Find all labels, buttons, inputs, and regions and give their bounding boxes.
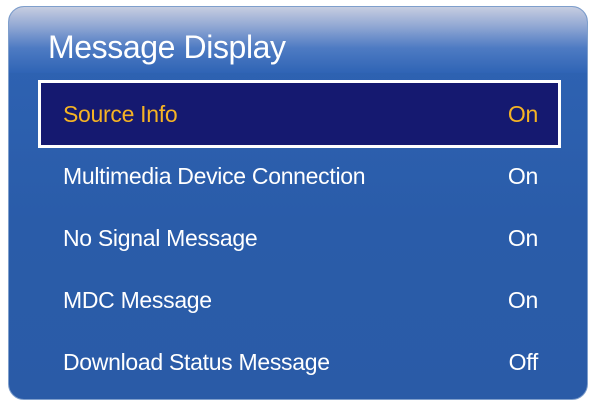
menu-item-mdc-message[interactable]: MDC Message On — [41, 269, 558, 331]
message-display-dialog: Message Display Source Info On Multimedi… — [8, 6, 588, 400]
menu-item-value: On — [507, 286, 538, 313]
menu-item-download-status-message[interactable]: Download Status Message Off — [41, 331, 558, 393]
menu-item-source-info[interactable]: Source Info On — [38, 80, 561, 148]
dialog-header: Message Display — [9, 7, 587, 73]
menu-item-multimedia-device-connection[interactable]: Multimedia Device Connection On — [41, 145, 558, 207]
menu-item-no-signal-message[interactable]: No Signal Message On — [41, 207, 558, 269]
menu-item-label: Download Status Message — [63, 348, 330, 375]
menu-item-value: On — [507, 224, 538, 251]
menu-item-label: Source Info — [63, 100, 178, 127]
dialog-title: Message Display — [48, 29, 286, 65]
menu-item-label: Multimedia Device Connection — [63, 162, 366, 189]
menu-item-value: On — [507, 100, 538, 127]
menu-item-value: Off — [508, 348, 539, 375]
menu-item-label: MDC Message — [63, 286, 212, 313]
menu-item-value: On — [507, 162, 538, 189]
settings-menu: Source Info On Multimedia Device Connect… — [38, 80, 561, 393]
menu-item-label: No Signal Message — [63, 224, 258, 251]
